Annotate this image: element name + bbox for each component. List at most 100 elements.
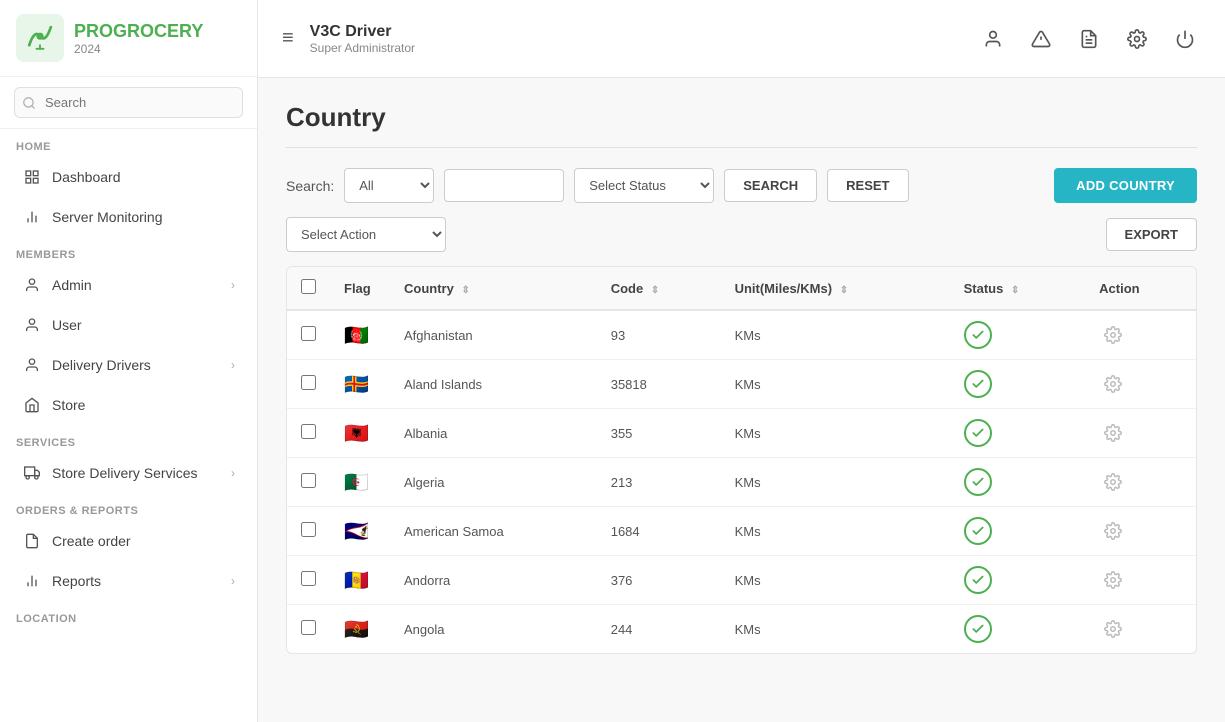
row-unit: KMs: [721, 409, 950, 458]
hamburger-menu[interactable]: ≡: [282, 27, 294, 50]
add-country-button[interactable]: ADD COUNTRY: [1054, 168, 1197, 203]
sidebar: PROGROCERY 2024 HOME Dashboard Server Mo…: [0, 0, 258, 722]
sidebar-item-create-order[interactable]: Create order: [6, 522, 251, 560]
alert-icon[interactable]: [1025, 23, 1057, 55]
sidebar-item-server-monitoring[interactable]: Server Monitoring: [6, 198, 251, 236]
action-gear-icon[interactable]: [1099, 370, 1127, 398]
action-gear-icon[interactable]: [1099, 615, 1127, 643]
truck-icon: [22, 463, 42, 483]
row-checkbox[interactable]: [301, 424, 316, 439]
row-checkbox[interactable]: [301, 473, 316, 488]
search-label: Search:: [286, 178, 334, 194]
logo-text: PROGROCERY 2024: [74, 21, 203, 56]
export-button[interactable]: EXPORT: [1106, 218, 1197, 251]
sidebar-label-reports: Reports: [52, 573, 221, 589]
row-code: 244: [597, 605, 721, 654]
select-all-checkbox[interactable]: [301, 279, 316, 294]
row-action: [1085, 310, 1196, 360]
row-status: [950, 310, 1086, 360]
row-checkbox[interactable]: [301, 522, 316, 537]
row-status: [950, 556, 1086, 605]
row-unit: KMs: [721, 556, 950, 605]
row-code: 213: [597, 458, 721, 507]
row-status: [950, 507, 1086, 556]
row-action: [1085, 360, 1196, 409]
row-country: Aland Islands: [390, 360, 597, 409]
row-country: Algeria: [390, 458, 597, 507]
status-active-icon: [964, 370, 992, 398]
row-checkbox[interactable]: [301, 375, 316, 390]
table-row: 🇦🇴 Angola 244 KMs: [287, 605, 1196, 654]
logo-icon: [16, 14, 64, 62]
sort-unit-icon: ⇕: [840, 285, 848, 296]
action-gear-icon[interactable]: [1099, 517, 1127, 545]
toolbar-row2: Select Action EXPORT: [286, 217, 1197, 252]
table-row: 🇦🇱 Albania 355 KMs: [287, 409, 1196, 458]
th-country[interactable]: Country ⇕: [390, 267, 597, 310]
sidebar-item-admin[interactable]: Admin ›: [6, 266, 251, 304]
sidebar-search-input[interactable]: [14, 87, 243, 118]
sidebar-label-admin: Admin: [52, 277, 221, 293]
action-select[interactable]: Select Action: [286, 217, 446, 252]
th-code[interactable]: Code ⇕: [597, 267, 721, 310]
sidebar-logo: PROGROCERY 2024: [0, 0, 257, 77]
chevron-store-delivery-services: ›: [231, 466, 235, 480]
row-action: [1085, 458, 1196, 507]
row-status: [950, 605, 1086, 654]
sidebar-item-reports[interactable]: Reports ›: [6, 562, 251, 600]
row-code: 355: [597, 409, 721, 458]
row-country: Afghanistan: [390, 310, 597, 360]
row-action: [1085, 556, 1196, 605]
table-row: 🇦🇩 Andorra 376 KMs: [287, 556, 1196, 605]
flag-emoji: 🇦🇽: [344, 374, 369, 396]
reset-button[interactable]: RESET: [827, 169, 908, 202]
sidebar-label-dashboard: Dashboard: [52, 169, 235, 185]
action-gear-icon[interactable]: [1099, 321, 1127, 349]
sidebar-item-delivery-drivers[interactable]: Delivery Drivers ›: [6, 346, 251, 384]
row-action: [1085, 507, 1196, 556]
row-checkbox[interactable]: [301, 571, 316, 586]
section-home: HOME: [0, 129, 257, 157]
notes-icon[interactable]: [1073, 23, 1105, 55]
sort-code-icon: ⇕: [651, 285, 659, 296]
toolbar-row1: Search: All Select Status SEARCH RESET A…: [286, 168, 1197, 203]
th-unit[interactable]: Unit(Miles/KMs) ⇕: [721, 267, 950, 310]
power-icon[interactable]: [1169, 23, 1201, 55]
row-action: [1085, 409, 1196, 458]
th-status[interactable]: Status ⇕: [950, 267, 1086, 310]
action-gear-icon[interactable]: [1099, 468, 1127, 496]
main-content: ≡ V3C Driver Super Administrator Countr: [258, 0, 1225, 722]
flag-emoji: 🇦🇩: [344, 570, 369, 592]
user-admin-icon: [22, 275, 42, 295]
row-flag-cell: 🇦🇸: [330, 507, 390, 556]
user-profile-icon[interactable]: [977, 23, 1009, 55]
sidebar-label-server-monitoring: Server Monitoring: [52, 209, 235, 225]
action-gear-icon[interactable]: [1099, 419, 1127, 447]
flag-emoji: 🇦🇴: [344, 619, 369, 641]
status-active-icon: [964, 566, 992, 594]
header-app-title: V3C Driver: [310, 23, 961, 41]
settings-icon[interactable]: [1121, 23, 1153, 55]
logo-name: PROGROCERY: [74, 21, 203, 42]
row-flag-cell: 🇦🇽: [330, 360, 390, 409]
row-checkbox[interactable]: [301, 620, 316, 635]
sidebar-item-store[interactable]: Store: [6, 386, 251, 424]
sidebar-label-store-delivery-services: Store Delivery Services: [52, 465, 221, 481]
sidebar-label-store: Store: [52, 397, 235, 413]
row-status: [950, 458, 1086, 507]
row-unit: KMs: [721, 458, 950, 507]
flag-emoji: 🇦🇱: [344, 423, 369, 445]
sidebar-item-user[interactable]: User: [6, 306, 251, 344]
row-checkbox[interactable]: [301, 326, 316, 341]
row-code: 93: [597, 310, 721, 360]
row-code: 35818: [597, 360, 721, 409]
filter-all-select[interactable]: All: [344, 168, 434, 203]
search-text-input[interactable]: [444, 169, 564, 202]
sidebar-item-dashboard[interactable]: Dashboard: [6, 158, 251, 196]
search-button[interactable]: SEARCH: [724, 169, 817, 202]
status-select[interactable]: Select Status: [574, 168, 714, 203]
table-row: 🇦🇫 Afghanistan 93 KMs: [287, 310, 1196, 360]
row-country: Andorra: [390, 556, 597, 605]
action-gear-icon[interactable]: [1099, 566, 1127, 594]
sidebar-item-store-delivery-services[interactable]: Store Delivery Services ›: [6, 454, 251, 492]
